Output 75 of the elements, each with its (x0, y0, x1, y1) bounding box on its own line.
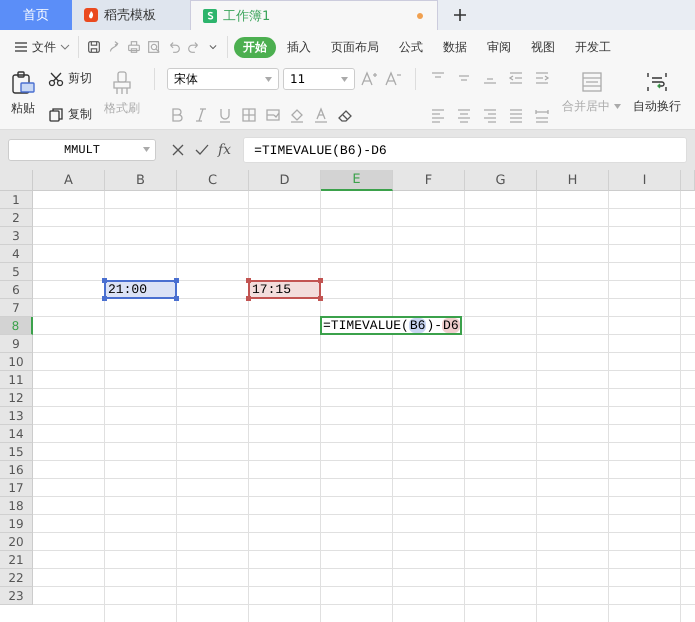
row-header[interactable]: 20 (0, 533, 33, 551)
caret-icon[interactable] (143, 147, 150, 152)
row-header[interactable]: 23 (0, 587, 33, 605)
copy-icon[interactable] (48, 106, 64, 122)
row-header[interactable]: 17 (0, 479, 33, 497)
row-header[interactable]: 7 (0, 299, 33, 317)
document-tab[interactable]: 稻壳模板 (72, 0, 190, 30)
document-tab[interactable]: 工作簿1 (190, 0, 438, 30)
row-header[interactable]: 19 (0, 515, 33, 533)
row-header[interactable]: 14 (0, 425, 33, 443)
file-menu-button[interactable]: 文件 (12, 36, 72, 58)
print-icon[interactable] (126, 39, 142, 55)
preview-icon[interactable] (146, 39, 162, 55)
row-header[interactable]: 5 (0, 263, 33, 281)
column-header[interactable] (681, 170, 695, 191)
ribbon-tab[interactable]: 页面布局 (322, 36, 388, 58)
row-header[interactable]: 3 (0, 227, 33, 245)
font-size-field[interactable]: 11 (283, 68, 355, 90)
column-header[interactable]: C (177, 170, 249, 191)
row-header[interactable]: 2 (0, 209, 33, 227)
wrap-text-button[interactable]: 自动换行 (631, 68, 683, 125)
flame-icon (84, 8, 98, 22)
caret-icon[interactable] (341, 76, 348, 82)
column-header[interactable]: H (537, 170, 609, 191)
row-header[interactable]: 21 (0, 551, 33, 569)
ribbon-tab[interactable]: 公式 (390, 36, 432, 58)
function-label[interactable]: fx (218, 142, 232, 158)
paste-button[interactable]: 粘贴 (8, 68, 38, 125)
ribbon-tab[interactable]: 数据 (434, 36, 476, 58)
decrease-font-icon[interactable] (384, 70, 402, 88)
ribbon-tab[interactable]: 视图 (522, 36, 564, 58)
name-box[interactable]: MMULT (8, 139, 156, 161)
menu-icon[interactable] (14, 41, 28, 53)
formula-field[interactable]: =TIMEVALUE(B6)-D6 (243, 137, 687, 163)
row-header[interactable]: 13 (0, 407, 33, 425)
spreadsheet-icon (203, 8, 217, 22)
wrap-text-icon[interactable] (645, 70, 669, 94)
row-header[interactable]: 10 (0, 353, 33, 371)
borders-icon[interactable] (240, 106, 258, 124)
row-header[interactable]: 12 (0, 389, 33, 407)
row-header[interactable]: 9 (0, 335, 33, 353)
clipboard-icon[interactable] (10, 70, 36, 96)
column-header[interactable]: A (33, 170, 105, 191)
row-header[interactable]: 11 (0, 371, 33, 389)
select-all-corner[interactable] (0, 170, 33, 191)
copy-button[interactable]: 复制 (46, 104, 94, 125)
column-header[interactable]: D (249, 170, 321, 191)
chevron-down-icon[interactable] (60, 43, 70, 51)
row-header[interactable]: 1 (0, 191, 33, 209)
row-header[interactable]: 6 (0, 281, 33, 299)
row-header[interactable]: 22 (0, 569, 33, 587)
cell-editor[interactable]: =TIMEVALUE(B6)-D6 (320, 316, 462, 335)
row-header[interactable]: 16 (0, 461, 33, 479)
ribbon-tab[interactable]: 开发工 (566, 36, 620, 58)
increase-font-icon[interactable] (360, 70, 378, 88)
ribbon-tab[interactable]: 审阅 (478, 36, 520, 58)
scissors-icon[interactable] (48, 70, 64, 86)
font-color-icon[interactable] (312, 106, 330, 124)
save-icon[interactable] (86, 39, 102, 55)
caret-icon[interactable] (265, 76, 272, 82)
cut-button[interactable]: 剪切 (46, 68, 94, 89)
document-tab[interactable]: 首页 (0, 0, 72, 30)
row-header[interactable]: 18 (0, 497, 33, 515)
font-name-field[interactable]: 宋体 (167, 68, 279, 90)
plus-icon[interactable] (453, 8, 467, 22)
ribbon-tab[interactable]: 插入 (278, 36, 320, 58)
row-header[interactable]: 15 (0, 443, 33, 461)
column-header[interactable]: F (393, 170, 465, 191)
referenced-cell[interactable]: 17:15 (248, 280, 321, 299)
column-header[interactable]: B (105, 170, 177, 191)
sheet-grid[interactable]: 1 2 3 4 5 6 21:00 17:15 7 8 =TIMEVALUE(B6)-D6 9 10 11 12 13 14 15 16 17 18 19 20 21 22 23 (0, 191, 695, 622)
row-header[interactable]: 4 (0, 245, 33, 263)
column-header[interactable]: G (465, 170, 537, 191)
column-header[interactable]: I (609, 170, 681, 191)
referenced-cell[interactable]: 21:00 (104, 280, 177, 299)
